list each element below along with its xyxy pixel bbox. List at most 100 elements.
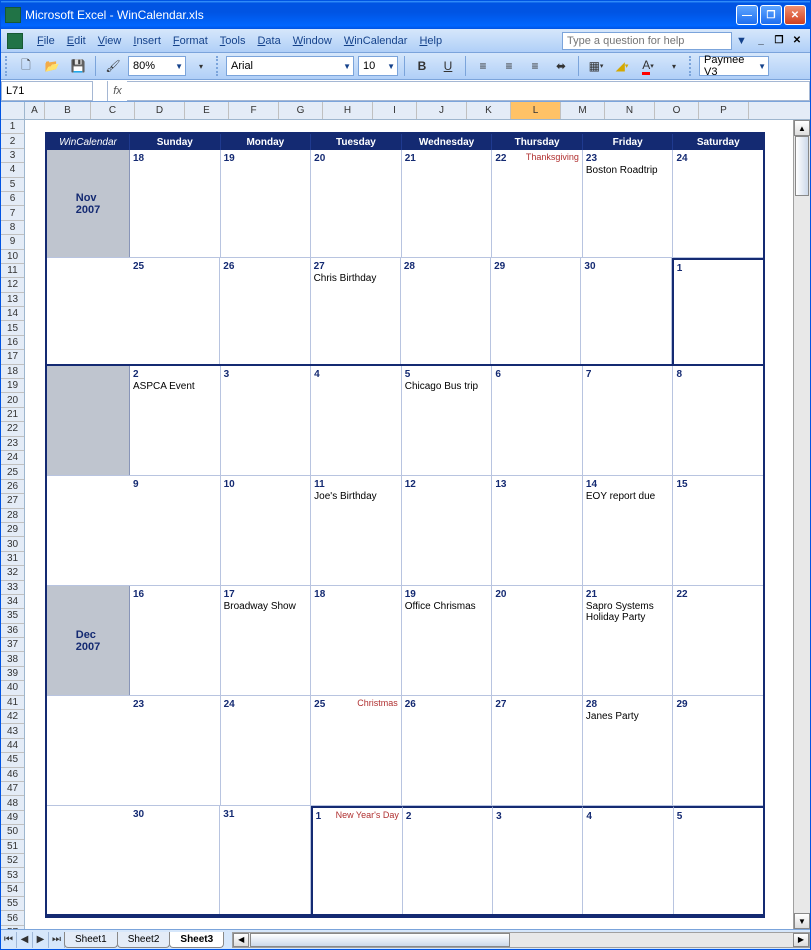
row-header[interactable]: 55 bbox=[1, 897, 24, 911]
row-header[interactable]: 42 bbox=[1, 710, 24, 724]
row-header[interactable]: 21 bbox=[1, 408, 24, 422]
menu-file[interactable]: File bbox=[31, 33, 61, 49]
menu-window[interactable]: Window bbox=[287, 33, 338, 49]
save-icon[interactable]: 💾 bbox=[67, 55, 89, 77]
scroll-thumb[interactable] bbox=[795, 136, 809, 196]
row-header[interactable]: 28 bbox=[1, 509, 24, 523]
row-header[interactable]: 4 bbox=[1, 163, 24, 177]
maximize-button[interactable]: ❐ bbox=[760, 5, 782, 25]
col-header[interactable]: N bbox=[605, 102, 655, 119]
day-cell[interactable]: 7 bbox=[583, 366, 674, 475]
scroll-down-icon[interactable]: ▼ bbox=[794, 913, 810, 929]
day-cell[interactable]: 20 bbox=[311, 150, 402, 257]
font-color-icon[interactable]: A▾ bbox=[637, 55, 659, 77]
row-header[interactable]: 56 bbox=[1, 911, 24, 925]
col-header[interactable]: O bbox=[655, 102, 699, 119]
day-cell[interactable]: 10 bbox=[221, 476, 312, 585]
col-header[interactable]: B bbox=[45, 102, 91, 119]
day-cell[interactable]: 2ASPCA Event bbox=[130, 366, 221, 475]
day-cell[interactable]: 26 bbox=[402, 696, 493, 805]
row-header[interactable]: 7 bbox=[1, 206, 24, 220]
col-header[interactable]: E bbox=[185, 102, 229, 119]
toolbar-options-icon[interactable]: ▾ bbox=[190, 55, 212, 77]
day-cell[interactable]: 21 bbox=[402, 150, 493, 257]
help-dropdown[interactable]: ▼ bbox=[734, 35, 746, 47]
row-header[interactable]: 45 bbox=[1, 753, 24, 767]
row-header[interactable]: 19 bbox=[1, 379, 24, 393]
day-cell[interactable]: 3 bbox=[493, 806, 583, 914]
day-cell[interactable]: 1New Year's Day bbox=[311, 806, 403, 914]
select-all-corner[interactable] bbox=[1, 102, 25, 120]
toolbar-grip[interactable] bbox=[216, 56, 220, 76]
menu-insert[interactable]: Insert bbox=[127, 33, 167, 49]
menu-help[interactable]: Help bbox=[413, 33, 448, 49]
day-cell[interactable]: 16 bbox=[130, 586, 221, 695]
scroll-thumb[interactable] bbox=[250, 933, 510, 947]
day-cell[interactable]: 26 bbox=[220, 258, 310, 364]
align-left-icon[interactable]: ≡ bbox=[472, 55, 494, 77]
day-cell[interactable]: 2 bbox=[403, 806, 493, 914]
mdi-restore-button[interactable]: ❐ bbox=[772, 34, 786, 48]
help-search[interactable] bbox=[562, 32, 732, 50]
day-cell[interactable]: 28 bbox=[401, 258, 491, 364]
col-header[interactable]: I bbox=[373, 102, 417, 119]
day-cell[interactable]: 24 bbox=[221, 696, 312, 805]
scroll-right-icon[interactable]: ▶ bbox=[793, 933, 809, 947]
row-header[interactable]: 3 bbox=[1, 149, 24, 163]
row-header[interactable]: 26 bbox=[1, 480, 24, 494]
day-cell[interactable]: 4 bbox=[311, 366, 402, 475]
align-right-icon[interactable]: ≡ bbox=[524, 55, 546, 77]
col-header[interactable]: D bbox=[135, 102, 185, 119]
tab-first-icon[interactable]: ⏮ bbox=[1, 932, 17, 948]
row-header[interactable]: 15 bbox=[1, 321, 24, 335]
tab-next-icon[interactable]: ▶ bbox=[33, 932, 49, 948]
day-cell[interactable]: 27 bbox=[492, 696, 583, 805]
row-header[interactable]: 32 bbox=[1, 566, 24, 580]
row-header[interactable]: 25 bbox=[1, 465, 24, 479]
menu-data[interactable]: Data bbox=[251, 33, 286, 49]
col-header[interactable]: K bbox=[467, 102, 511, 119]
menu-wincalendar[interactable]: WinCalendar bbox=[338, 33, 414, 49]
day-cell[interactable]: 17Broadway Show bbox=[221, 586, 312, 695]
day-cell[interactable]: 31 bbox=[220, 806, 310, 914]
day-cell[interactable]: 30 bbox=[581, 258, 671, 364]
close-button[interactable]: ✕ bbox=[784, 5, 806, 25]
row-header[interactable]: 50 bbox=[1, 825, 24, 839]
col-header[interactable]: L bbox=[511, 102, 561, 119]
menu-edit[interactable]: Edit bbox=[61, 33, 92, 49]
row-header[interactable]: 37 bbox=[1, 638, 24, 652]
day-cell[interactable]: 20 bbox=[492, 586, 583, 695]
row-header[interactable]: 9 bbox=[1, 235, 24, 249]
bold-icon[interactable]: B bbox=[411, 55, 433, 77]
row-header[interactable]: 13 bbox=[1, 293, 24, 307]
day-cell[interactable]: 6 bbox=[492, 366, 583, 475]
day-cell[interactable]: 21Sapro Systems Holiday Party bbox=[583, 586, 674, 695]
tab-last-icon[interactable]: ⏭ bbox=[49, 932, 65, 948]
row-header[interactable]: 16 bbox=[1, 336, 24, 350]
col-header[interactable]: F bbox=[229, 102, 279, 119]
row-header[interactable]: 17 bbox=[1, 350, 24, 364]
row-header[interactable]: 43 bbox=[1, 724, 24, 738]
row-header[interactable]: 35 bbox=[1, 609, 24, 623]
row-header[interactable]: 34 bbox=[1, 595, 24, 609]
align-center-icon[interactable]: ≡ bbox=[498, 55, 520, 77]
menu-view[interactable]: View bbox=[92, 33, 128, 49]
col-header[interactable]: M bbox=[561, 102, 605, 119]
sheet-tab[interactable]: Sheet2 bbox=[117, 932, 171, 948]
day-cell[interactable]: 13 bbox=[492, 476, 583, 585]
row-header[interactable]: 2 bbox=[1, 134, 24, 148]
row-header[interactable]: 46 bbox=[1, 768, 24, 782]
borders-icon[interactable]: ▦▾ bbox=[585, 55, 607, 77]
custom-combo[interactable]: Paymee V3▼ bbox=[699, 56, 769, 76]
sheet-grid[interactable]: WinCalendarSundayMondayTuesdayWednesdayT… bbox=[25, 120, 810, 929]
day-cell[interactable]: 25 bbox=[130, 258, 220, 364]
row-header[interactable]: 1 bbox=[1, 120, 24, 134]
col-header[interactable]: P bbox=[699, 102, 749, 119]
day-cell[interactable]: 9 bbox=[130, 476, 221, 585]
row-header[interactable]: 6 bbox=[1, 192, 24, 206]
col-header[interactable]: A bbox=[25, 102, 45, 119]
day-cell[interactable]: 29 bbox=[673, 696, 763, 805]
zoom-combo[interactable]: 80%▼ bbox=[128, 56, 186, 76]
open-icon[interactable]: 📂 bbox=[41, 55, 63, 77]
font-size-combo[interactable]: 10▼ bbox=[358, 56, 398, 76]
